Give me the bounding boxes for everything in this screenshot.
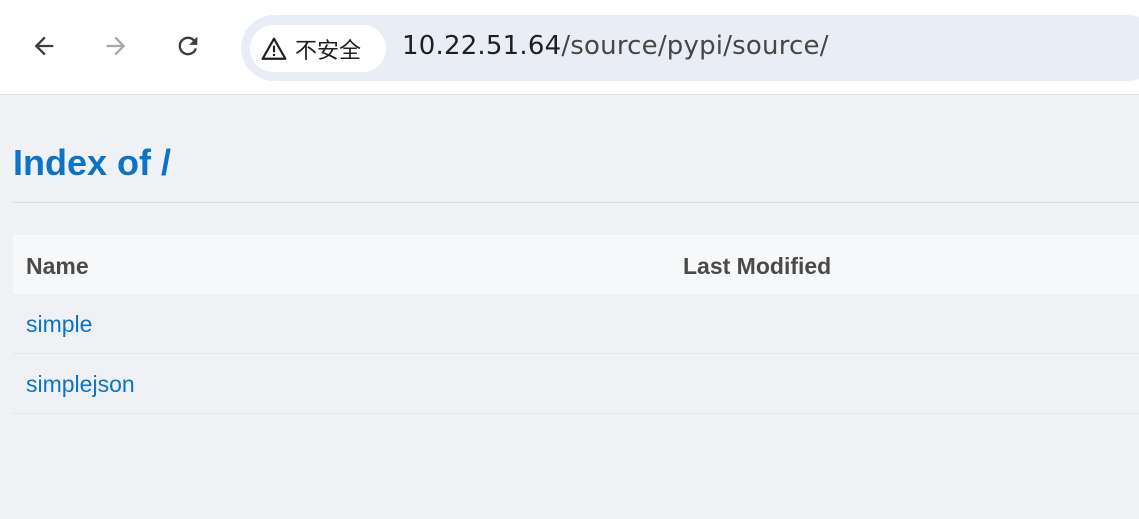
arrow-left-icon <box>34 36 54 56</box>
column-header-last-modified: Last Modified <box>683 253 832 279</box>
security-label: 不安全 <box>295 38 362 64</box>
arrow-right-icon <box>106 36 126 56</box>
title-divider <box>13 202 1139 203</box>
security-chip[interactable]: 不安全 <box>250 25 386 72</box>
entry-link-simple[interactable]: simple <box>26 311 92 338</box>
forward-button[interactable] <box>96 26 136 66</box>
warning-triangle-icon <box>261 37 287 60</box>
table-row: simple <box>13 294 1139 354</box>
entry-link-simplejson[interactable]: simplejson <box>26 371 135 398</box>
url-host: 10.22.51.64 <box>402 31 562 61</box>
browser-toolbar: 不安全 10.22.51.64/source/pypi/source/ <box>0 0 1139 95</box>
address-bar[interactable]: 不安全 10.22.51.64/source/pypi/source/ <box>241 15 1139 81</box>
reload-button[interactable] <box>168 26 208 66</box>
listing-header: Name Last Modified <box>13 235 1139 294</box>
directory-listing: Name Last Modified simple simplejson <box>13 235 1139 414</box>
page-title: Index of / <box>13 142 172 183</box>
url-text[interactable]: 10.22.51.64/source/pypi/source/ <box>402 31 829 61</box>
reload-icon <box>178 36 198 56</box>
column-header-name: Name <box>26 253 89 279</box>
table-row: simplejson <box>13 354 1139 414</box>
back-button[interactable] <box>24 26 64 66</box>
url-path: /source/pypi/source/ <box>561 31 829 61</box>
